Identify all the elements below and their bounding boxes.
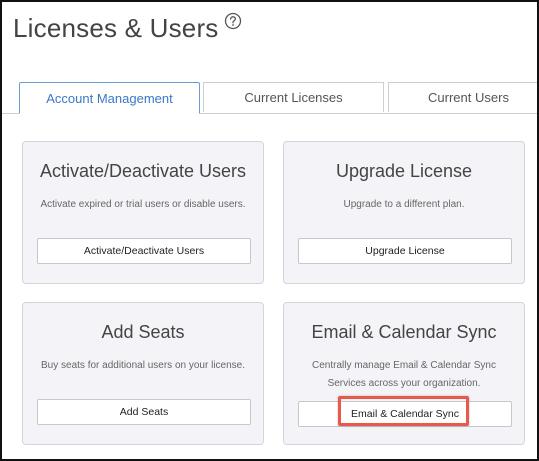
tab-label: Account Management (46, 90, 173, 106)
window-frame: Licenses & Users Account Management Curr… (0, 0, 539, 461)
email-calendar-sync-button[interactable]: Email & Calendar Sync (298, 401, 512, 427)
card-description: Upgrade to a different plan. (343, 199, 465, 210)
tab-current-users[interactable]: Current Users (388, 82, 537, 112)
activate-deactivate-users-button[interactable]: Activate/Deactivate Users (37, 238, 251, 264)
page-title: Licenses & Users (13, 13, 219, 43)
card-title: Activate/Deactivate Users (39, 161, 247, 181)
card-upgrade-license: Upgrade License Upgrade to a different p… (283, 141, 525, 284)
tab-label: Current Licenses (244, 90, 343, 105)
card-description: Centrally manage Email & Calendar Sync S… (312, 360, 496, 389)
card-title: Add Seats (101, 322, 185, 342)
card-activate-deactivate-users: Activate/Deactivate Users Activate expir… (22, 141, 264, 284)
card-description: Activate expired or trial users or disab… (40, 199, 246, 210)
card-title: Upgrade License (335, 161, 473, 181)
add-seats-button[interactable]: Add Seats (37, 399, 251, 425)
card-email-calendar-sync: Email & Calendar Sync Centrally manage E… (283, 302, 525, 445)
card-description: Buy seats for additional users on your l… (41, 360, 245, 371)
tab-current-licenses[interactable]: Current Licenses (203, 82, 384, 112)
upgrade-license-button[interactable]: Upgrade License (298, 238, 512, 264)
card-title: Email & Calendar Sync (311, 322, 497, 342)
tab-account-management[interactable]: Account Management (19, 82, 200, 114)
card-add-seats: Add Seats Buy seats for additional users… (22, 302, 264, 445)
tab-label: Current Users (428, 90, 509, 105)
question-circle-icon[interactable] (224, 12, 242, 30)
